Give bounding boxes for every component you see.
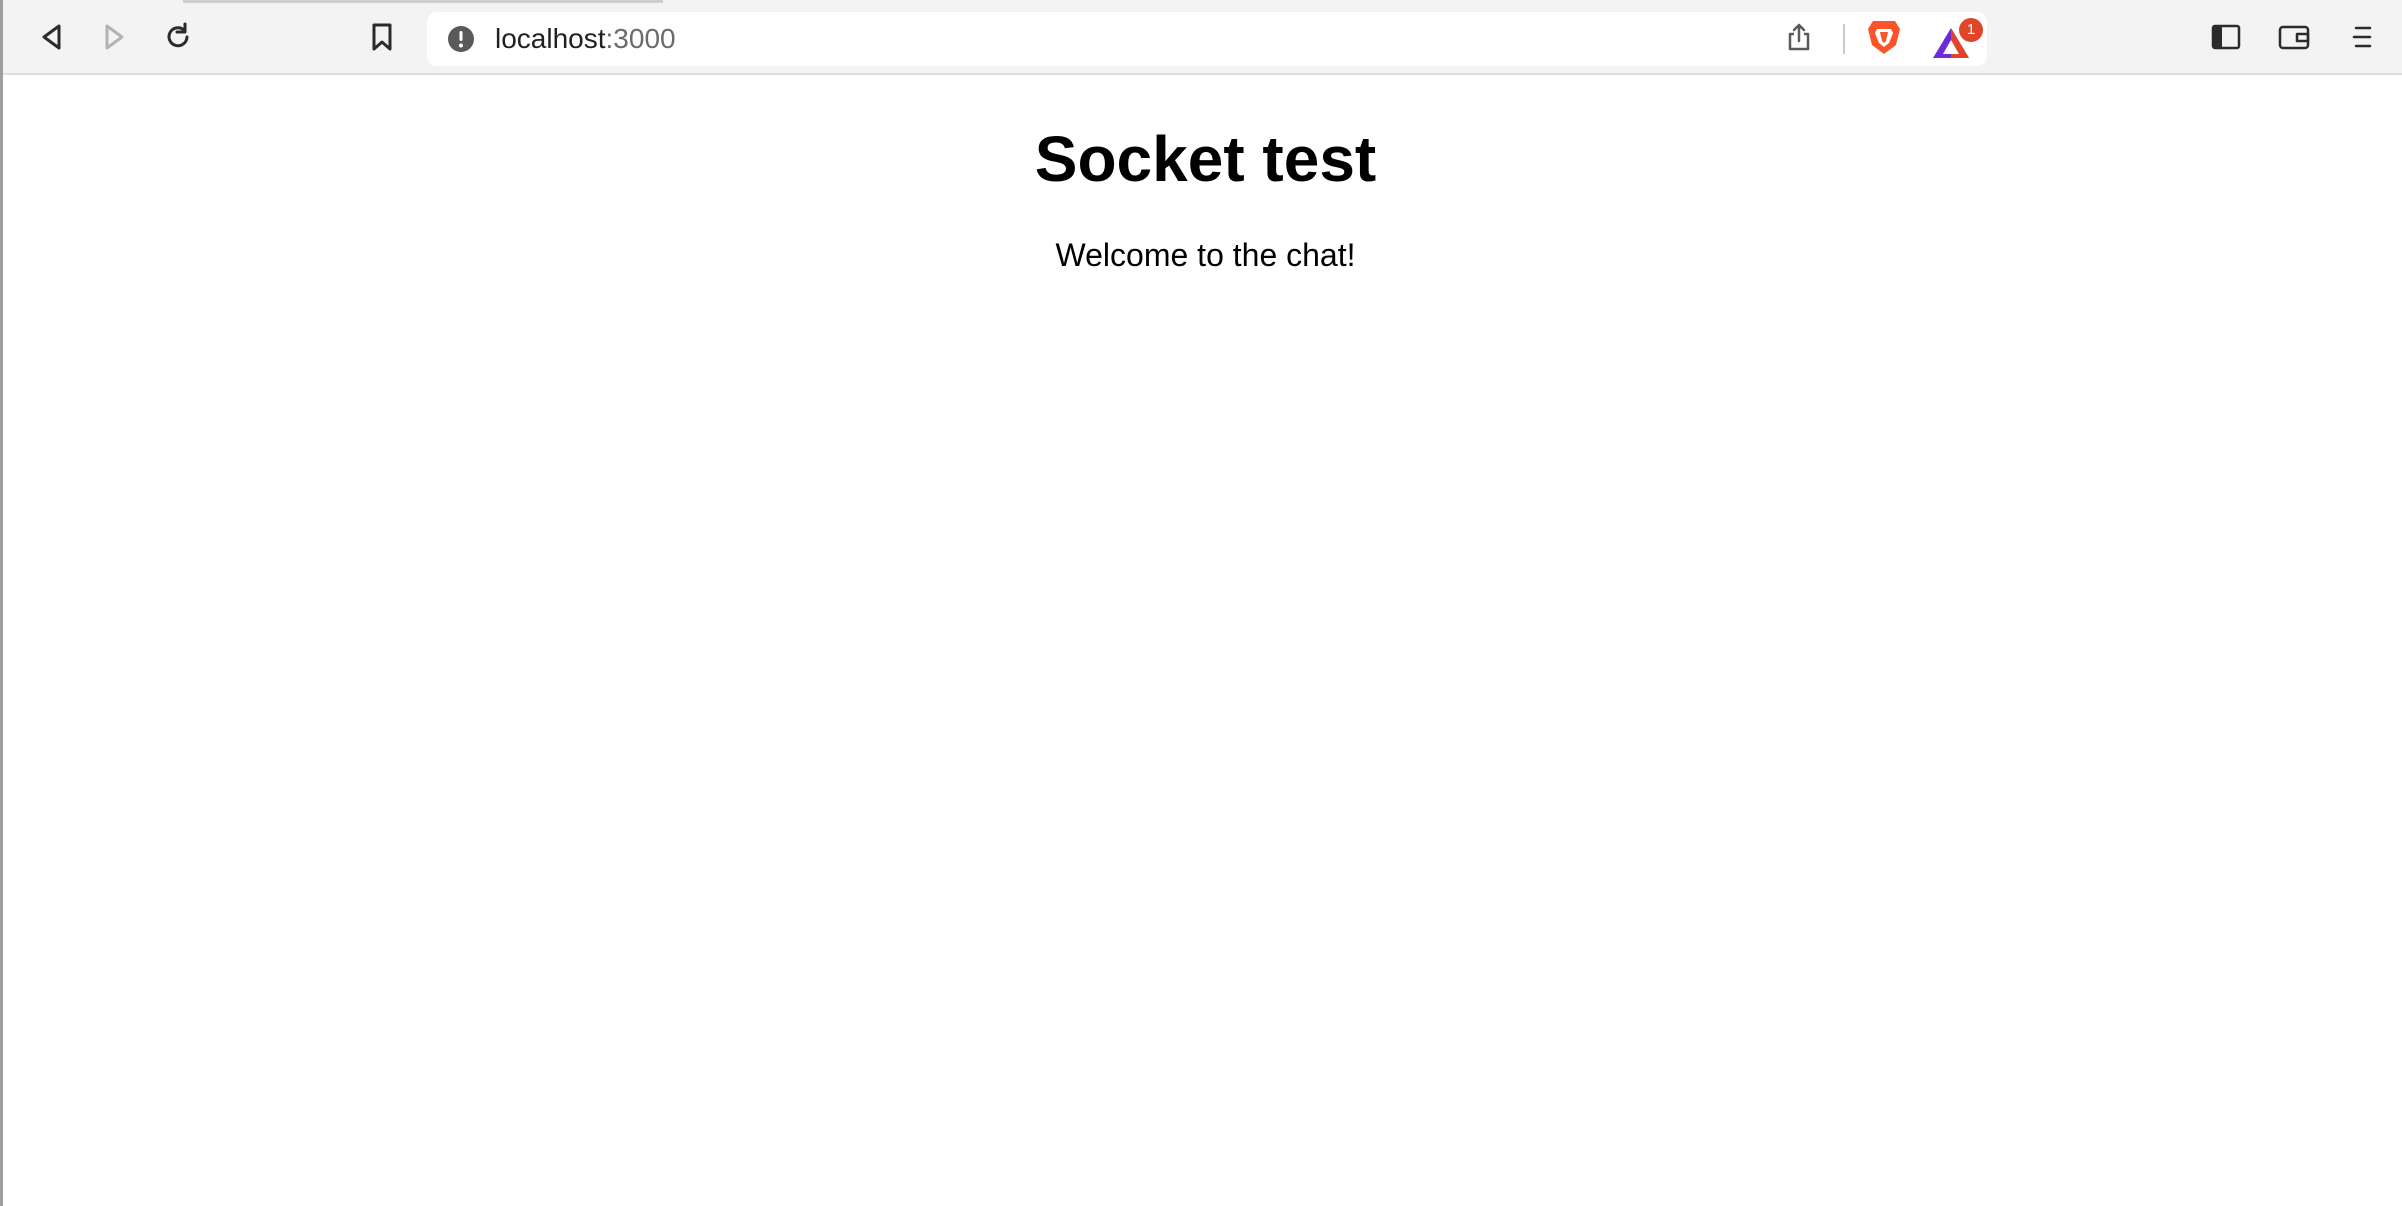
share-icon [1786, 22, 1812, 57]
brave-shields-icon [1866, 17, 1902, 62]
page-title: Socket test [1034, 123, 1377, 195]
brave-shields-button[interactable] [1863, 18, 1905, 60]
tab-strip-edge [183, 0, 663, 3]
main-menu-button[interactable] [2339, 14, 2385, 60]
sidebar-toggle-button[interactable] [2203, 14, 2249, 60]
back-arrow-icon [39, 23, 65, 51]
back-button[interactable] [29, 14, 75, 60]
welcome-message: Welcome to the chat! [1055, 237, 1356, 273]
wallet-button[interactable] [2271, 14, 2317, 60]
reload-button[interactable] [155, 14, 201, 60]
wallet-icon [2278, 23, 2310, 51]
bookmark-icon [370, 22, 394, 52]
forward-button[interactable] [91, 14, 137, 60]
page-viewport: Socket test Welcome to the chat! [6, 77, 2402, 1206]
address-port: :3000 [605, 23, 676, 54]
address-bar[interactable]: localhost:3000 1 [427, 12, 1987, 66]
browser-window: localhost:3000 1 Socket test Welcome to … [0, 0, 2402, 1206]
share-button[interactable] [1781, 21, 1817, 57]
rewards-notification-badge: 1 [1959, 18, 1983, 42]
menu-icon [2350, 24, 2374, 50]
address-host: localhost [495, 23, 606, 54]
site-info-icon[interactable] [447, 25, 475, 53]
bookmark-button[interactable] [359, 14, 405, 60]
address-bar-divider [1843, 24, 1845, 54]
forward-arrow-icon [101, 23, 127, 51]
browser-toolbar: localhost:3000 1 [3, 0, 2402, 75]
sidebar-icon [2211, 24, 2241, 50]
brave-rewards-button[interactable]: 1 [1929, 18, 1983, 62]
reload-icon [163, 22, 193, 52]
address-text[interactable]: localhost:3000 [495, 24, 676, 54]
